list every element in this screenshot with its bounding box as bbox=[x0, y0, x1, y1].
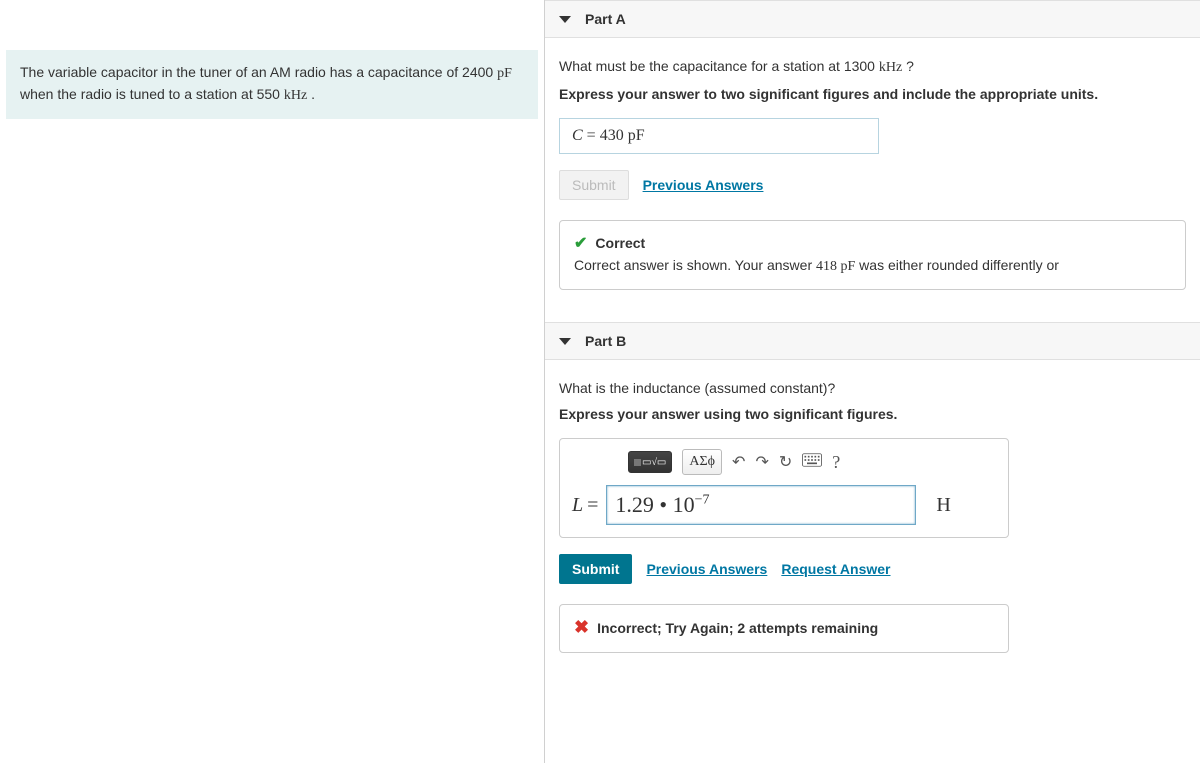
problem-unit-2: kHz bbox=[284, 88, 307, 103]
templates-button[interactable]: ▭√▭ bbox=[628, 451, 672, 473]
part-b-feedback: ✖ Incorrect; Try Again; 2 attempts remai… bbox=[559, 604, 1009, 653]
problem-text-3: . bbox=[307, 86, 315, 102]
part-a-answer-display: C = 430 pF bbox=[559, 118, 879, 154]
part-b-section: Part B What is the inductance (assumed c… bbox=[545, 322, 1200, 675]
part-a-feedback: ✔ Correct Correct answer is shown. Your … bbox=[559, 220, 1186, 290]
answer-value: 430 pF bbox=[600, 127, 645, 144]
feedback-title: Correct bbox=[595, 235, 645, 251]
request-answer-link[interactable]: Request Answer bbox=[781, 561, 890, 577]
help-icon[interactable]: ? bbox=[832, 452, 840, 473]
part-a-instructions: Express your answer to two significant f… bbox=[559, 86, 1186, 102]
answer-input[interactable]: 1.29 • 10−7 bbox=[606, 485, 916, 525]
caret-down-icon bbox=[559, 338, 571, 345]
unit-label: H bbox=[936, 494, 950, 517]
part-a-section: Part A What must be the capacitance for … bbox=[545, 0, 1200, 312]
reset-icon[interactable]: ↻ bbox=[779, 452, 792, 472]
keyboard-icon[interactable] bbox=[802, 453, 822, 472]
caret-down-icon bbox=[559, 16, 571, 23]
part-b-instructions: Express your answer using two significan… bbox=[559, 406, 1186, 422]
part-a-question: What must be the capacitance for a stati… bbox=[559, 58, 1186, 76]
problem-unit-1: pF bbox=[497, 66, 512, 81]
x-icon: ✖ bbox=[574, 617, 589, 638]
redo-icon[interactable]: ↷ bbox=[755, 452, 768, 472]
part-a-title: Part A bbox=[585, 11, 626, 27]
variable-label: L bbox=[572, 494, 583, 517]
previous-answers-link[interactable]: Previous Answers bbox=[643, 177, 764, 193]
problem-text-1: The variable capacitor in the tuner of a… bbox=[20, 64, 497, 80]
problem-text-2: when the radio is tuned to a station at … bbox=[20, 86, 284, 102]
part-a-header[interactable]: Part A bbox=[545, 1, 1200, 38]
part-b-header[interactable]: Part B bbox=[545, 323, 1200, 360]
feedback-text: Incorrect; Try Again; 2 attempts remaini… bbox=[597, 620, 878, 636]
undo-icon[interactable]: ↶ bbox=[732, 452, 745, 472]
part-b-question: What is the inductance (assumed constant… bbox=[559, 380, 1186, 396]
check-icon: ✔ bbox=[574, 233, 587, 253]
submit-button[interactable]: Submit bbox=[559, 554, 632, 584]
submit-button: Submit bbox=[559, 170, 629, 200]
problem-statement: The variable capacitor in the tuner of a… bbox=[6, 50, 538, 119]
previous-answers-link[interactable]: Previous Answers bbox=[646, 561, 767, 577]
answer-toolbar-container: ▭√▭ ΑΣϕ ↶ ↷ ↻ ? L = 1.29 • 10−7 bbox=[559, 438, 1009, 538]
answer-var: C bbox=[572, 127, 583, 144]
part-b-title: Part B bbox=[585, 333, 626, 349]
greek-button[interactable]: ΑΣϕ bbox=[682, 449, 722, 475]
